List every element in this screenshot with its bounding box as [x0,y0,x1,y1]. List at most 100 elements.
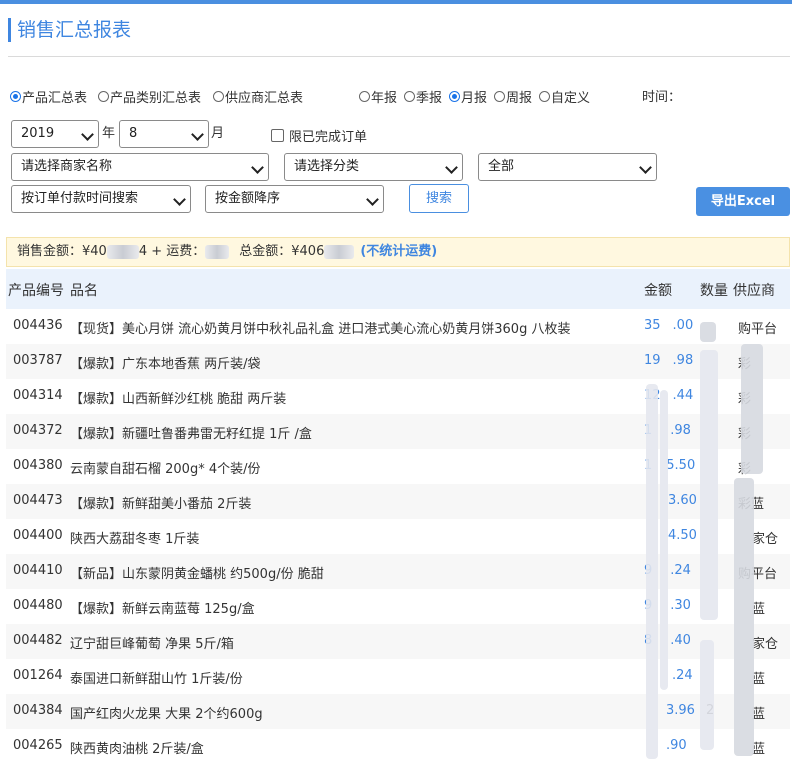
table-header: 产品编号 品名 金额 数量 供应商 [6,269,790,309]
month-select[interactable]: 8 [119,120,209,148]
table-row[interactable]: 004400 陕西大荔甜冬枣 1斤装 4.50 家仓 [6,519,790,554]
time-label: 时间： [642,90,682,105]
product-code: 004265 [13,738,63,753]
radio-dot-icon [359,91,370,102]
table-row[interactable]: 004482 辽宁甜巨峰葡萄 净果 5斤/箱 8.40 家仓 [6,624,790,659]
col-code-header: 产品编号 [8,283,64,299]
table-row[interactable]: 001264 泰国进口新鲜甜山竹 1斤装/份 .24 蓝 [6,659,790,694]
product-code: 004400 [13,528,63,543]
chevron-down-icon [639,161,652,174]
sort-select[interactable]: 按金额降序 [205,185,384,213]
chevron-down-icon [173,193,186,206]
year-select[interactable]: 2019 [11,120,99,148]
col-amount-header: 金额 [644,283,672,299]
radio-dot-icon [213,91,224,102]
product-code: 004482 [13,633,63,648]
chevron-down-icon [251,161,264,174]
product-name: 【爆款】新鲜甜美小番茄 2斤装 [70,497,252,512]
completed-only-checkbox[interactable]: 限已完成订单 [271,126,367,145]
status-select[interactable]: 全部 [478,153,657,181]
redaction-mask [700,350,718,620]
product-code: 004384 [13,703,63,718]
chevron-down-icon [366,193,379,206]
product-name: 【现货】美心月饼 流心奶黄月饼中秋礼品礼盒 进口港式美心流心奶黄月饼360g 八… [70,322,571,337]
time-mode-select[interactable]: 按订单付款时间搜索 [11,185,191,213]
radio-category-summary[interactable]: 产品类别汇总表 [98,87,201,106]
chevron-down-icon [191,128,204,141]
product-code: 004480 [13,598,63,613]
category-select[interactable]: 请选择分类 [284,153,463,181]
product-code: 004314 [13,388,63,403]
radio-period-year[interactable]: 年报 [359,87,397,106]
month-unit: 月 [211,126,225,141]
redaction-mask [660,390,668,690]
radio-period-custom[interactable]: 自定义 [539,87,590,106]
chevron-down-icon [445,161,458,174]
freight-label: 4 + 运费： [138,244,206,259]
table-row[interactable]: 004265 陕西黄肉油桃 2斤装/盒 .90 蓝 [6,729,790,764]
title-divider [8,56,790,57]
product-name: 辽宁甜巨峰葡萄 净果 5斤/箱 [70,637,234,652]
radio-period-month[interactable]: 月报 [449,87,487,106]
product-code: 004410 [13,563,63,578]
product-name: 【爆款】山西新鲜沙红桃 脆甜 两斤装 [70,392,287,407]
search-button[interactable]: 搜索 [409,184,469,213]
redaction-mask [741,344,763,474]
col-qty-header: 数量 [700,283,728,299]
product-name: 云南蒙自甜石榴 200g* 4个装/份 [70,462,261,477]
freight-excluded-note: (不统计运费) [360,244,438,259]
product-code: 004372 [13,423,63,438]
radio-period-quarter[interactable]: 季报 [404,87,442,106]
redaction-mask [734,478,754,756]
supplier-name: 家仓 [752,637,779,652]
product-code: 004380 [13,458,63,473]
table-row[interactable]: 004314 【爆款】山西新鲜沙红桃 脆甜 两斤装 12.44 彩 [6,379,790,414]
top-accent-bar [0,0,792,4]
table-row[interactable]: 004380 云南蒙自甜石榴 200g* 4个装/份 15.50 彩 [6,449,790,484]
supplier-name: 家仓 [752,532,779,547]
page-title: 销售汇总报表 [8,18,131,42]
chevron-down-icon [81,128,94,141]
total-amount-label: 总金额：¥406 [239,244,325,259]
table-row[interactable]: 004473 【爆款】新鲜甜美小番茄 2斤装 3.60 彩蓝 [6,484,790,519]
radio-dot-icon [494,91,505,102]
table-row[interactable]: 003787 【爆款】广东本地香蕉 两斤装/袋 19.98 彩 [6,344,790,379]
radio-dot-icon [539,91,550,102]
supplier-name: 购平台 [738,322,778,337]
redacted-value [324,244,355,259]
redaction-mask [700,322,716,342]
product-name: 陕西黄肉油桃 2斤装/盒 [70,742,204,757]
product-code: 004473 [13,493,63,508]
product-name: 【新品】山东蒙阴黄金蟠桃 约500g/份 脆甜 [70,567,324,582]
product-name: 陕西大荔甜冬枣 1斤装 [70,532,200,547]
radio-period-week[interactable]: 周报 [494,87,532,106]
year-unit: 年 [102,126,116,141]
amount-value: 19.98 [644,353,694,368]
product-name: 【爆款】广东本地香蕉 两斤装/袋 [70,357,261,372]
col-name-header: 品名 [70,283,98,299]
col-supplier-header: 供应商 [733,283,775,299]
redaction-mask [646,384,658,759]
table-row[interactable]: 004372 【爆款】新疆吐鲁番弗雷无籽红提 1斤 /盒 1.98 彩 [6,414,790,449]
product-code: 004436 [13,318,63,333]
amount-value: 35.00 [644,318,694,333]
merchant-select[interactable]: 请选择商家名称 [11,153,269,181]
table-row[interactable]: 004436 【现货】美心月饼 流心奶黄月饼中秋礼品礼盒 进口港式美心流心奶黄月… [6,309,790,344]
product-name: 泰国进口新鲜甜山竹 1斤装/份 [70,672,243,687]
radio-dot-icon [404,91,415,102]
product-name: 【爆款】新疆吐鲁番弗雷无籽红提 1斤 /盒 [70,427,312,442]
radio-supplier-summary[interactable]: 供应商汇总表 [213,87,303,106]
radio-dot-icon [10,91,21,102]
radio-dot-icon [449,91,460,102]
product-name: 国产红肉火龙果 大果 2个约600g [70,707,263,722]
radio-product-summary[interactable]: 产品汇总表 [10,87,87,106]
radio-dot-icon [98,91,109,102]
sales-summary-bar: 销售金额：¥40 4 + 运费： 总金额：¥406 (不统计运费) [6,237,790,267]
table-row[interactable]: 004410 【新品】山东蒙阴黄金蟠桃 约500g/份 脆甜 9.24 购平台 [6,554,790,589]
product-code: 003787 [13,353,63,368]
sales-amount-label: 销售金额：¥40 [17,244,107,259]
table-row[interactable]: 004480 【爆款】新鲜云南蓝莓 125g/盒 9.30 蓝 [6,589,790,624]
product-name: 【爆款】新鲜云南蓝莓 125g/盒 [70,602,255,617]
export-excel-button[interactable]: 导出Excel [696,187,790,216]
table-row[interactable]: 004384 国产红肉火龙果 大果 2个约600g 3.96 2 蓝 [6,694,790,729]
